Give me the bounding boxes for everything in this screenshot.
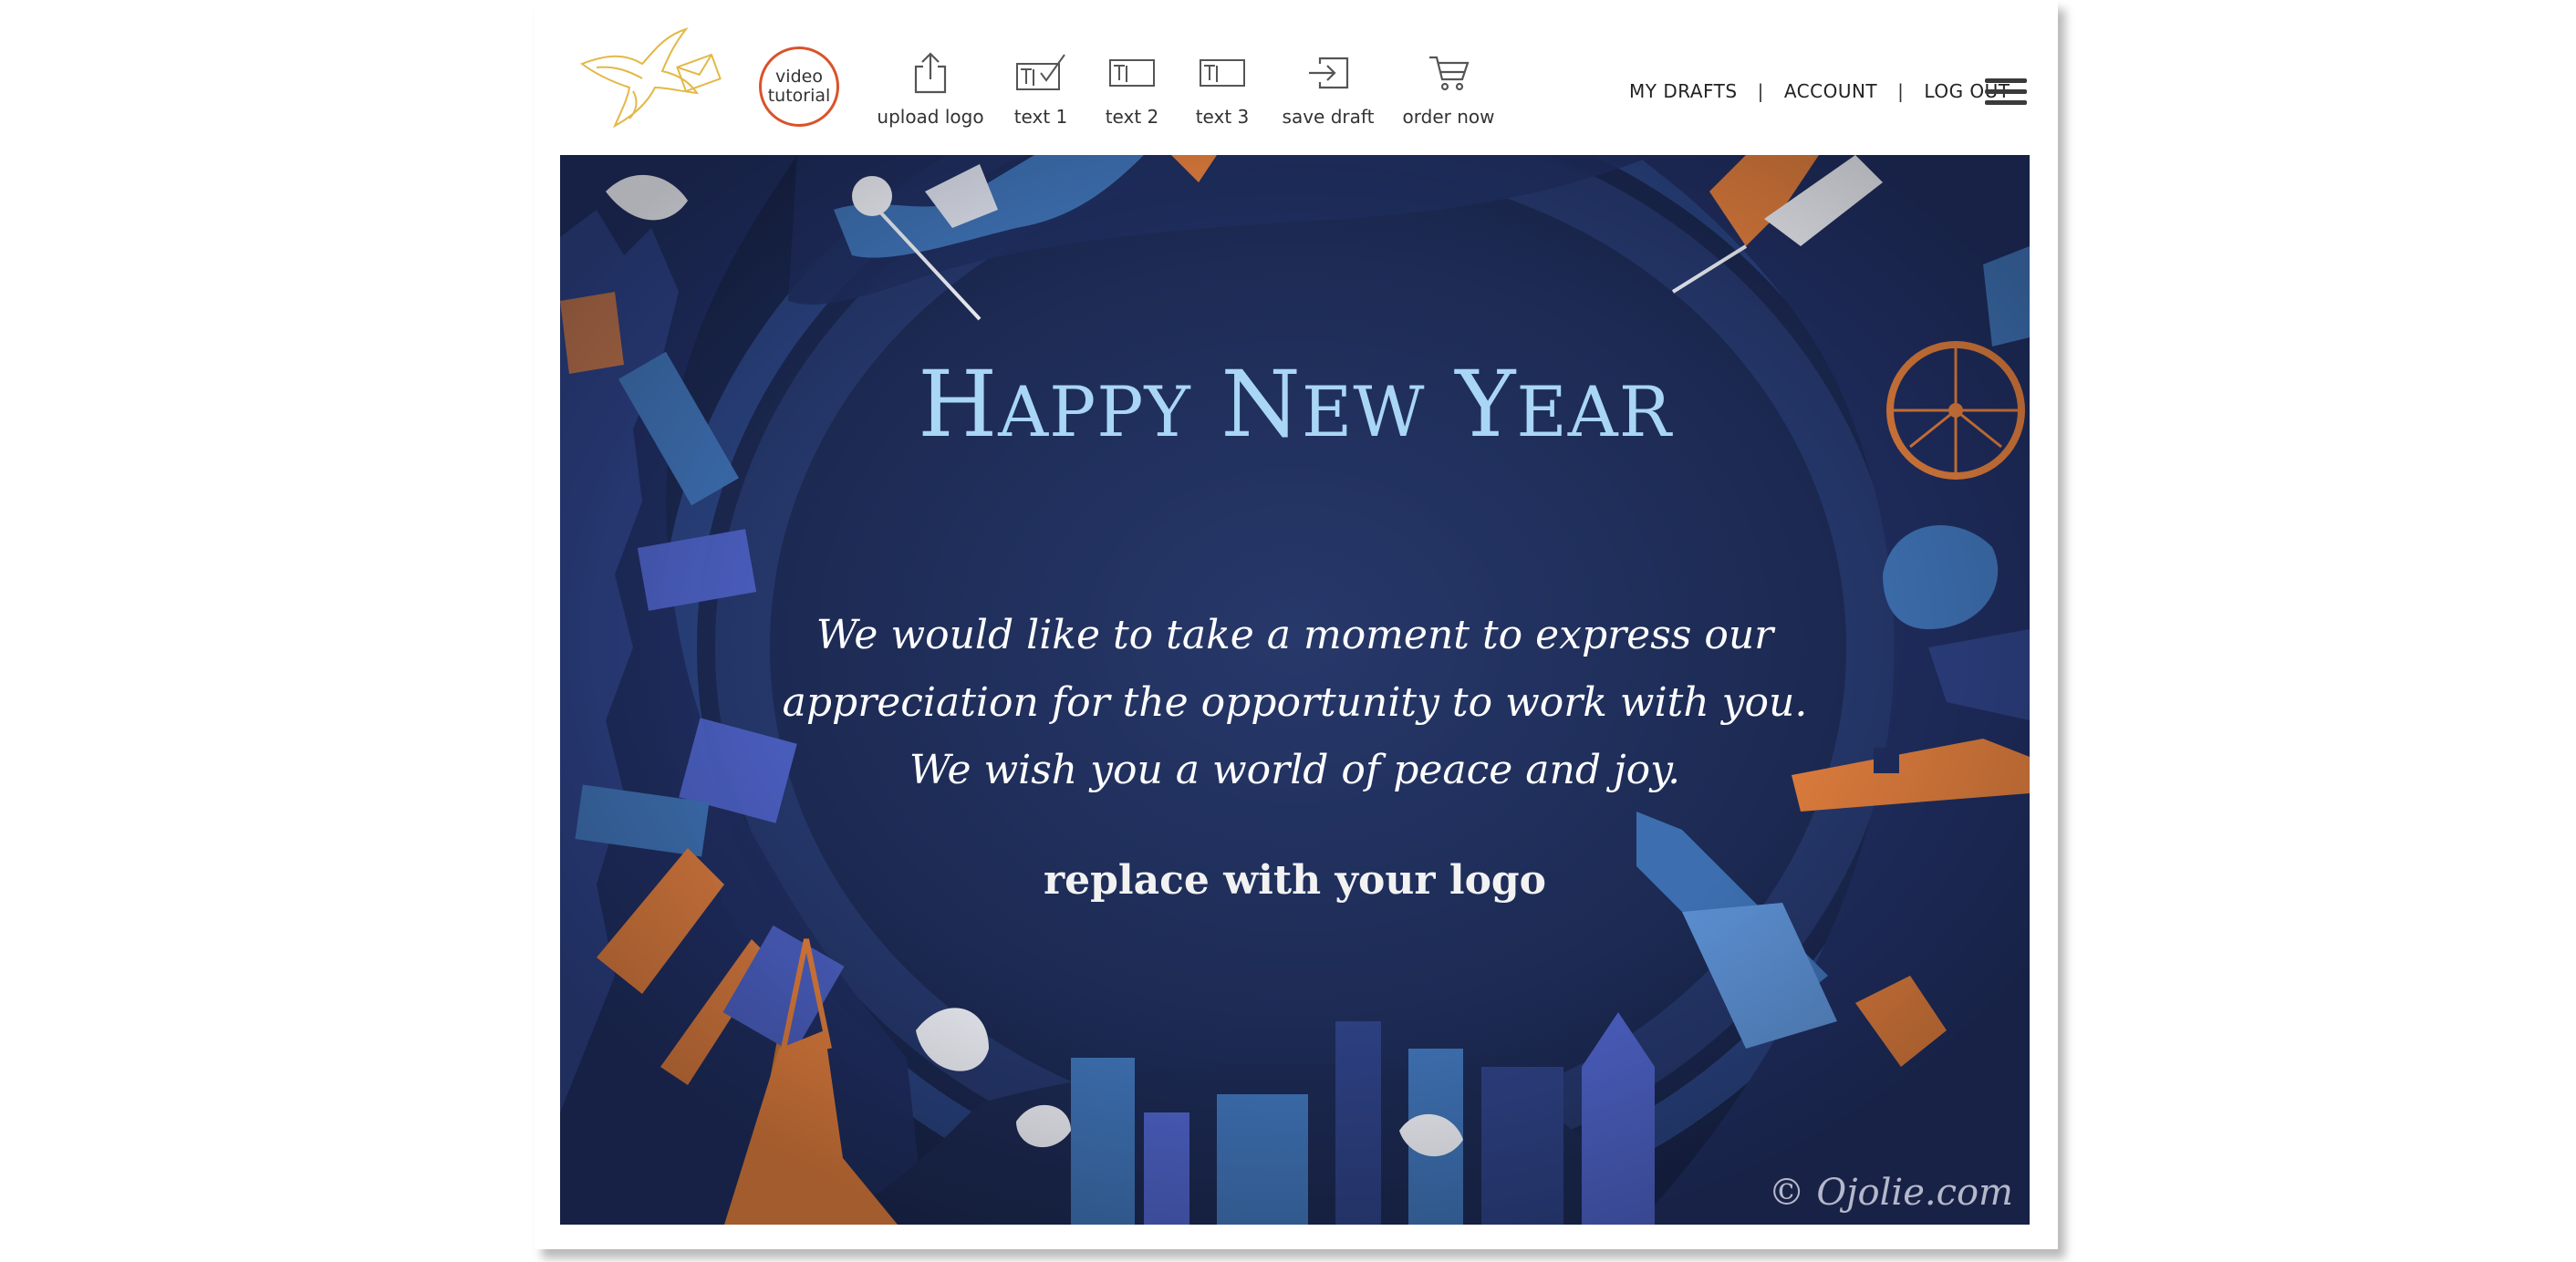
save-arrow-icon [1309,57,1349,89]
nav-separator: | [1757,80,1764,102]
copyright-watermark: © Ojolie.com [1768,1172,2013,1214]
video-tutorial-button[interactable]: video tutorial [759,47,839,127]
text-2-label: text 2 [1105,106,1159,128]
card-message[interactable]: We would like to take a moment to expres… [560,602,2030,804]
nav-separator: | [1897,80,1905,102]
account-link[interactable]: ACCOUNT [1784,80,1877,102]
logo-placeholder[interactable]: replace with your logo [560,857,2030,904]
message-line: We wish you a world of peace and joy. [909,747,1681,793]
headline-smallcaps: EAR [1516,371,1672,452]
text-2-button[interactable]: text 2 [1091,49,1173,131]
text-3-label: text 3 [1195,106,1250,128]
video-tutorial-label-line1: video [775,67,823,87]
text-box-icon [1109,59,1155,87]
top-nav: MY DRAFTS | ACCOUNT | LOG OUT [1629,80,2010,102]
greeting-card-preview: HAPPY NEW YEAR We would like to take a m… [560,155,2030,1225]
order-now-label: order now [1402,106,1495,128]
order-now-button[interactable]: order now [1394,49,1503,131]
text-box-icon [1200,59,1245,87]
hamburger-menu-icon[interactable] [1985,78,2027,108]
text-edit-check-icon [1016,54,1065,90]
cart-icon [1429,56,1470,91]
video-tutorial-label-line2: tutorial [767,86,831,106]
upload-logo-label: upload logo [877,106,984,128]
headline-cap: Y [1455,351,1517,458]
message-line: We would like to take a moment to expres… [815,612,1774,658]
swallow-letter-logo[interactable] [578,27,724,129]
save-draft-label: save draft [1282,106,1375,128]
card-headline[interactable]: HAPPY NEW YEAR [560,351,2030,458]
my-drafts-link[interactable]: MY DRAFTS [1629,80,1738,102]
headline-cap: N [1220,351,1302,458]
app-window: video tutorial upload logo text 1 text 2… [535,0,2058,1249]
upload-icon [914,52,947,94]
headline-smallcaps: APPY [998,371,1191,452]
text-1-label: text 1 [1013,106,1068,128]
save-draft-button[interactable]: save draft [1273,49,1383,131]
headline-cap: H [918,351,999,458]
message-line: appreciation for the opportunity to work… [782,679,1808,726]
text-1-button[interactable]: text 1 [1000,49,1082,131]
upload-logo-button[interactable]: upload logo [876,49,985,131]
headline-smallcaps: EW [1301,371,1426,452]
text-3-button[interactable]: text 3 [1181,49,1263,131]
toolbar: video tutorial upload logo text 1 text 2… [535,0,2058,155]
